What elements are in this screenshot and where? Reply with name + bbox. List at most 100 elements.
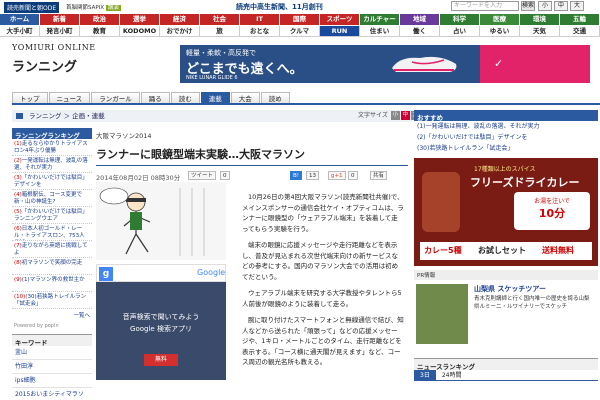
ranking-item[interactable]: (5)「かわいいだけでは駄目」ランニングウエア xyxy=(12,207,92,224)
ranking-number: (3) xyxy=(14,175,22,181)
subnav-item[interactable]: 交通 xyxy=(560,26,600,37)
nav-item[interactable]: スポーツ xyxy=(320,14,360,25)
nav-item[interactable]: 五輪 xyxy=(560,14,600,25)
osusume-item[interactable]: (1)一発運転は無理、波乱の落選、それが実力 xyxy=(414,121,598,132)
top-headline[interactable]: 読売中高生新聞、11月創刊 xyxy=(236,2,323,12)
subnav-item[interactable]: RUN xyxy=(320,26,360,37)
keyword-item[interactable]: 釜山 xyxy=(12,346,92,360)
gplus-button[interactable]: g+1 xyxy=(328,171,346,180)
subnav-item[interactable]: 大手小町 xyxy=(0,26,40,37)
share-button[interactable]: 共有 xyxy=(370,171,388,180)
nav-item[interactable]: ホーム xyxy=(0,14,40,25)
tab-item[interactable]: ランガール xyxy=(91,92,140,103)
ranking-title: ランニングランキング xyxy=(12,128,92,140)
subnav-item[interactable]: 住まい xyxy=(360,26,400,37)
news-tab[interactable]: 3日 xyxy=(414,370,436,380)
subnav-item[interactable]: 占い xyxy=(440,26,480,37)
tweet-count: 0 xyxy=(220,171,230,180)
osusume-item[interactable]: (2)「かわいいだけでは駄目」デザインを xyxy=(414,132,598,143)
ranking-item[interactable]: (4)箱根駅伝、コース変更で新・山の神誕生? xyxy=(12,190,92,207)
site-logo[interactable]: YOMIURI ONLINE xyxy=(12,43,96,52)
tab-item[interactable]: 連載 xyxy=(200,92,230,103)
font-size-option[interactable]: 小 xyxy=(390,111,400,120)
nav-item[interactable]: カルチャー xyxy=(360,14,400,25)
ranking-item[interactable]: (7)走りながら英語に挑戦してよ xyxy=(12,241,92,258)
ranking-item[interactable]: (1)走るならゆかりトライアスロン4年ぶり優勝 xyxy=(12,139,92,156)
subnav-item[interactable]: KODOMO xyxy=(120,26,160,37)
nav-item[interactable]: 医療 xyxy=(480,14,520,25)
curry-ad[interactable]: 17種類以上のスパイス フリーズドライカレー お湯を注いで 10分 カレー5種 … xyxy=(414,158,598,266)
google-app-ad[interactable]: g Google 音声検索で聞いてみよう Google 検索アプリ 無料 xyxy=(96,264,226,380)
subnav-item[interactable]: ゆるい xyxy=(480,26,520,37)
tab-item[interactable]: 読め xyxy=(260,92,290,103)
news-tab[interactable]: 24時間 xyxy=(436,370,468,380)
ranking-item[interactable]: (8)初マラソンで笑顔の完走 xyxy=(12,258,92,275)
subnav-item[interactable]: クルマ xyxy=(280,26,320,37)
subnav-item[interactable]: 教育 xyxy=(80,26,120,37)
nav-item[interactable]: 環境 xyxy=(520,14,560,25)
curry-ad-cta[interactable]: カレー5種 お試しセット 送料無料 xyxy=(420,242,592,260)
hatena-button[interactable]: B! xyxy=(290,171,302,180)
ranking-text: 「かわいいだけでは駄目」ランニングウエア xyxy=(14,209,88,222)
curry-ad-line2: フリーズドライカレー xyxy=(470,176,580,189)
tab-item[interactable]: 読む xyxy=(170,92,200,103)
tweet-button[interactable]: ツイート xyxy=(188,171,217,180)
nav-item[interactable]: IT xyxy=(240,14,280,25)
search-button[interactable]: 検索 xyxy=(521,1,535,11)
shoe-image xyxy=(392,56,457,72)
font-medium-button[interactable]: 中 xyxy=(554,1,568,11)
sub-promo[interactable]: 首脳関節SAPIX 講演 xyxy=(66,3,121,11)
promo-badge[interactable]: 読売新聞と朝ODE xyxy=(4,2,60,13)
keyword-item[interactable]: 竹田淳 xyxy=(12,360,92,374)
subnav-item[interactable]: 旅 xyxy=(200,26,240,37)
subnav-item[interactable]: 天気 xyxy=(520,26,560,37)
ranking-item[interactable]: (2)一発運転は無理、波乱の落選、それが実力 xyxy=(12,156,92,173)
nav-item[interactable]: 選挙 xyxy=(120,14,160,25)
ranking-item[interactable]: (6)日本人初ゴールド・レール・トライアスロン、753人参加 xyxy=(12,224,92,241)
nav-item[interactable]: 社会 xyxy=(200,14,240,25)
home-icon[interactable] xyxy=(16,113,23,119)
ranking-item[interactable]: (3)「かわいいだけでは駄目」デザインを xyxy=(12,173,92,190)
nav-item[interactable]: 新着 xyxy=(40,14,80,25)
subnav-item[interactable]: おでかけ xyxy=(160,26,200,37)
pr-item[interactable]: 山梨県 スケッチツアー 青木克則講師と行く国内唯一の歴史を誇る山梨県ルミーニ・ル… xyxy=(414,282,598,354)
keyword-item[interactable]: 2015おいまシティマラソン xyxy=(12,388,92,400)
pr-image xyxy=(416,284,468,344)
nav-item[interactable]: 地域 xyxy=(400,14,440,25)
ranking-item[interactable]: (9)(1)マラソン界の救世主か xyxy=(12,275,92,292)
osusume-item[interactable]: (30)若狭路トレイルラン「試走会」 xyxy=(414,143,598,154)
nav-item[interactable]: 科学 xyxy=(440,14,480,25)
right-sidebar: おすすめ (1)一発運転は無理、波乱の落選、それが実力 (2)「かわいいだけでは駄… xyxy=(414,110,598,400)
nav-item[interactable]: 政治 xyxy=(80,14,120,25)
ranking-item[interactable]: (10)(30)若狭路トレイルラン「試走会」 xyxy=(12,292,92,309)
sub-promo-text: 首脳関節SAPIX xyxy=(66,5,105,11)
nav-item[interactable]: 経済 xyxy=(160,14,200,25)
font-small-button[interactable]: 小 xyxy=(538,1,552,11)
article-body: 10月26日の第4回大阪マラソン(読売新聞社共催)で、メインスポンサーの通信会社… xyxy=(242,192,404,374)
banner-ad[interactable]: 軽量・柔軟・高反発で どこまでも遠くへ。 NIKE LUNAR GLIDE 6 … xyxy=(180,45,590,83)
pr-title[interactable]: 山梨県 スケッチツアー xyxy=(474,284,546,294)
subnav-item[interactable]: おとな xyxy=(240,26,280,37)
search-input[interactable]: キーワードを入力 xyxy=(451,1,519,11)
tab-item[interactable]: トップ xyxy=(12,92,48,103)
subnav-item[interactable]: 働く xyxy=(400,26,440,37)
pr-description: 青木克則講師と行く国内唯一の歴史を誇る山梨県ルミーニ・ルワイナリーでスケッチ xyxy=(474,296,590,310)
nav-item[interactable]: 国際 xyxy=(280,14,320,25)
ranking-text: 一発運転は無理、波乱の落選、それが実力 xyxy=(14,158,88,171)
ad-free-button[interactable]: 無料 xyxy=(144,354,178,366)
subnav-item[interactable]: 発言小町 xyxy=(40,26,80,37)
ad-line2: Google 検索アプリ xyxy=(130,325,192,333)
article-kicker: 大阪マラソン2014 xyxy=(96,132,152,140)
font-size-option[interactable]: 中 xyxy=(400,111,410,120)
breadcrumb-current[interactable]: 企画・連載 xyxy=(72,112,105,120)
ranking-more-link[interactable]: 一覧へ xyxy=(12,309,92,321)
keyword-item[interactable]: ips細胞 xyxy=(12,374,92,388)
breadcrumb-home[interactable]: ランニング xyxy=(29,112,62,120)
tab-item[interactable]: 大会 xyxy=(230,92,260,103)
tab-item[interactable]: ニュース xyxy=(48,92,91,103)
section-title[interactable]: ランニング xyxy=(12,56,77,75)
tab-item[interactable]: 踊る xyxy=(140,92,170,103)
banner-line1: 軽量・柔軟・高反発で xyxy=(186,49,256,57)
article-date: 2014年08月02日 08時30分 xyxy=(96,174,181,182)
font-large-button[interactable]: 大 xyxy=(570,1,584,11)
